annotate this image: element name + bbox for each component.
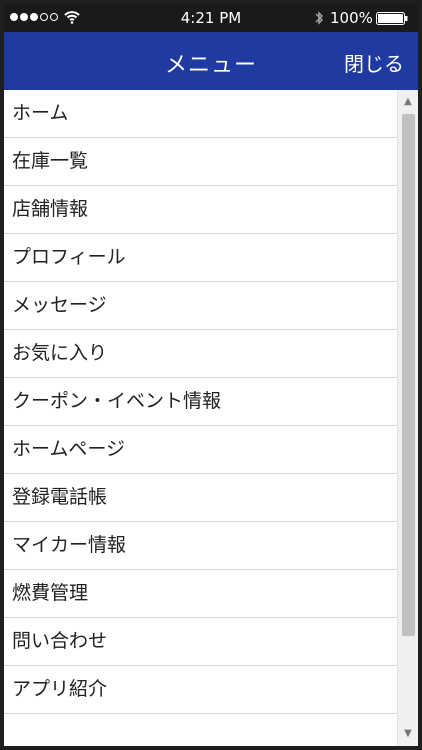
menu-item-homepage[interactable]: ホームページ: [4, 426, 397, 474]
menu-item-profile[interactable]: プロフィール: [4, 234, 397, 282]
menu-item-coupons-events[interactable]: クーポン・イベント情報: [4, 378, 397, 426]
status-bar: 4:21 PM 100%: [4, 4, 418, 32]
screen: 4:21 PM 100% メニュー 閉じる ホーム 在庫一覧 店舗情報 プロフィ…: [4, 4, 418, 746]
bluetooth-icon: [315, 11, 323, 25]
menu-item-partial[interactable]: [4, 714, 397, 746]
close-button[interactable]: 閉じる: [344, 48, 404, 77]
menu-item-fuel[interactable]: 燃費管理: [4, 570, 397, 618]
device-frame: 4:21 PM 100% メニュー 閉じる ホーム 在庫一覧 店舗情報 プロフィ…: [0, 0, 422, 750]
menu-item-app-intro[interactable]: アプリ紹介: [4, 666, 397, 714]
menu-item-store-info[interactable]: 店舗情報: [4, 186, 397, 234]
menu-item-inventory[interactable]: 在庫一覧: [4, 138, 397, 186]
menu-item-phonebook[interactable]: 登録電話帳: [4, 474, 397, 522]
menu-list[interactable]: ホーム 在庫一覧 店舗情報 プロフィール メッセージ お気に入り クーポン・イベ…: [4, 90, 397, 746]
scroll-down-arrow-icon[interactable]: ▼: [398, 724, 418, 744]
menu-item-contact[interactable]: 問い合わせ: [4, 618, 397, 666]
battery-percent: 100%: [330, 9, 373, 27]
nav-bar: メニュー 閉じる: [4, 32, 418, 90]
scroll-up-arrow-icon[interactable]: ▲: [398, 92, 418, 112]
menu-item-messages[interactable]: メッセージ: [4, 282, 397, 330]
scrollbar-thumb[interactable]: [402, 114, 415, 636]
menu-item-my-car[interactable]: マイカー情報: [4, 522, 397, 570]
menu-item-home[interactable]: ホーム: [4, 90, 397, 138]
menu-item-favorites[interactable]: お気に入り: [4, 330, 397, 378]
scrollbar[interactable]: ▲ ▼: [397, 90, 418, 746]
battery-icon: [376, 12, 408, 25]
